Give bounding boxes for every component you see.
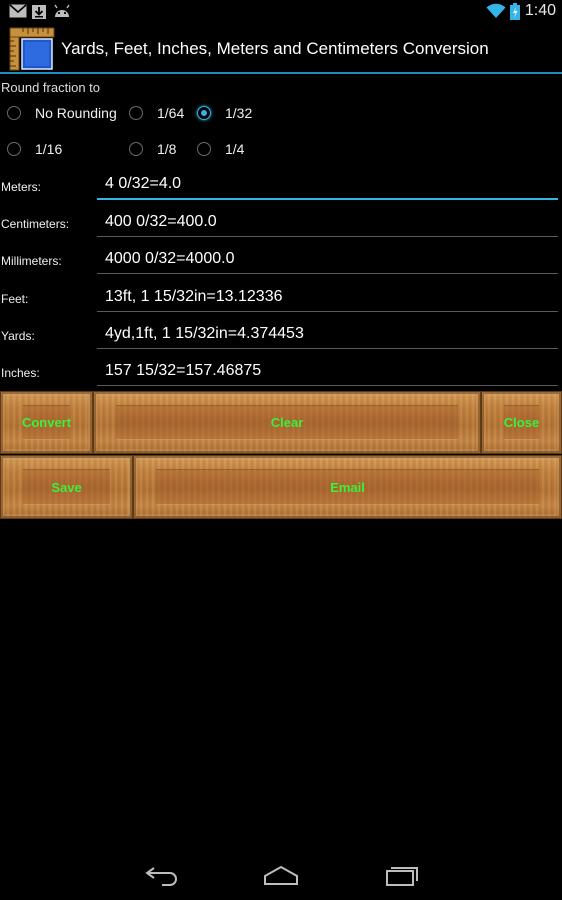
radio-label: 1/4 [225, 141, 245, 157]
radio-1-64[interactable]: 1/64 [129, 101, 184, 125]
radio-label: 1/32 [225, 105, 253, 121]
radio-circle[interactable] [197, 142, 211, 156]
radio-circle[interactable] [7, 106, 21, 120]
radio-circle[interactable] [197, 106, 211, 120]
navigation-bar [0, 850, 562, 900]
save-button[interactable]: Save [0, 455, 133, 519]
meters-label: Meters: [1, 180, 42, 194]
action-bar-divider [0, 72, 562, 74]
close-button[interactable]: Close [481, 391, 562, 454]
status-time: 1:40 [524, 2, 556, 19]
radio-label: No Rounding [35, 105, 117, 121]
inches-label: Inches: [1, 366, 40, 380]
millimeters-field[interactable] [97, 244, 558, 274]
battery-icon [510, 3, 520, 25]
clear-button[interactable]: Clear [93, 391, 481, 454]
radio-1-32[interactable]: 1/32 [197, 101, 252, 125]
radio-circle[interactable] [129, 106, 143, 120]
convert-button[interactable]: Convert [0, 391, 93, 454]
back-icon[interactable] [144, 864, 180, 891]
yards-label: Yards: [1, 329, 35, 343]
feet-field[interactable] [97, 282, 558, 312]
radio-no-rounding[interactable]: No Rounding [7, 101, 117, 125]
centimeters-label: Centimeters: [1, 217, 70, 231]
radio-label: 1/8 [157, 141, 177, 157]
radio-1-8[interactable]: 1/8 [129, 137, 176, 161]
close-button-label: Close [503, 415, 540, 430]
meters-field[interactable] [97, 170, 558, 200]
status-bar: 1:40 [0, 0, 562, 24]
email-button-label: Email [330, 479, 365, 495]
millimeters-label: Millimeters: [1, 254, 62, 268]
action-bar: Yards, Feet, Inches, Meters and Centimet… [0, 24, 562, 74]
home-icon[interactable] [263, 864, 299, 891]
radio-label: 1/16 [35, 141, 63, 157]
convert-button-label: Convert [21, 415, 72, 430]
inches-field[interactable] [97, 356, 558, 386]
centimeters-field[interactable] [97, 207, 558, 237]
gmail-icon [9, 4, 27, 23]
yards-field[interactable] [97, 319, 558, 349]
radio-circle[interactable] [129, 142, 143, 156]
save-button-label: Save [51, 479, 82, 495]
radio-1-4[interactable]: 1/4 [197, 137, 244, 161]
email-button[interactable]: Email [133, 455, 562, 519]
page-title: Yards, Feet, Inches, Meters and Centimet… [61, 39, 489, 58]
android-icon [53, 4, 71, 23]
radio-1-16[interactable]: 1/16 [7, 137, 62, 161]
app-ruler-icon[interactable] [8, 26, 56, 72]
clear-button-label: Clear [270, 415, 304, 430]
feet-label: Feet: [1, 292, 29, 306]
rounding-label: Round fraction to [1, 80, 101, 95]
recent-apps-icon[interactable] [384, 864, 420, 891]
download-icon [31, 4, 47, 25]
wifi-icon [486, 3, 506, 24]
radio-label: 1/64 [157, 105, 185, 121]
radio-circle[interactable] [7, 142, 21, 156]
